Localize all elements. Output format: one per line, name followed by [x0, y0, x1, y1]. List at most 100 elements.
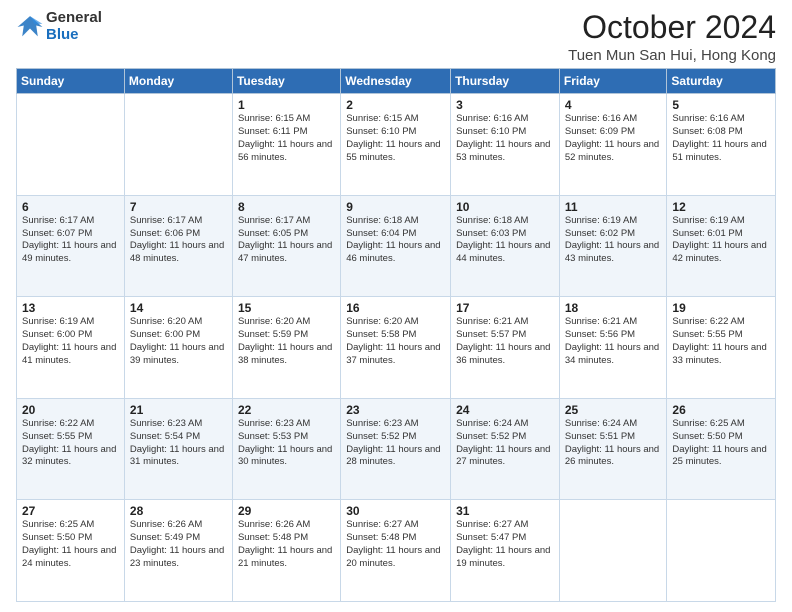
day-number: 18 — [565, 301, 662, 315]
day-number: 15 — [238, 301, 335, 315]
day-detail: Sunrise: 6:17 AMSunset: 6:07 PMDaylight:… — [22, 215, 119, 266]
day-detail: Sunrise: 6:21 AMSunset: 5:56 PMDaylight:… — [565, 316, 662, 367]
day-detail: Sunrise: 6:15 AMSunset: 6:11 PMDaylight:… — [238, 113, 335, 164]
day-detail: Sunrise: 6:16 AMSunset: 6:10 PMDaylight:… — [456, 113, 554, 164]
day-detail: Sunrise: 6:18 AMSunset: 6:03 PMDaylight:… — [456, 215, 554, 266]
weekday-monday: Monday — [124, 69, 232, 94]
day-number: 16 — [346, 301, 445, 315]
day-detail: Sunrise: 6:25 AMSunset: 5:50 PMDaylight:… — [22, 519, 119, 570]
day-detail: Sunrise: 6:17 AMSunset: 6:05 PMDaylight:… — [238, 215, 335, 266]
calendar-cell: 30Sunrise: 6:27 AMSunset: 5:48 PMDayligh… — [341, 500, 451, 602]
day-number: 31 — [456, 504, 554, 518]
day-detail: Sunrise: 6:23 AMSunset: 5:52 PMDaylight:… — [346, 418, 445, 469]
title-month-year: October 2024 — [568, 10, 776, 45]
day-detail: Sunrise: 6:26 AMSunset: 5:49 PMDaylight:… — [130, 519, 227, 570]
calendar-cell: 18Sunrise: 6:21 AMSunset: 5:56 PMDayligh… — [559, 297, 667, 399]
logo-blue: Blue — [46, 27, 102, 44]
calendar-week-row: 27Sunrise: 6:25 AMSunset: 5:50 PMDayligh… — [17, 500, 776, 602]
calendar-cell: 7Sunrise: 6:17 AMSunset: 6:06 PMDaylight… — [124, 195, 232, 297]
calendar-cell: 3Sunrise: 6:16 AMSunset: 6:10 PMDaylight… — [451, 94, 560, 196]
calendar-cell: 29Sunrise: 6:26 AMSunset: 5:48 PMDayligh… — [232, 500, 340, 602]
day-detail: Sunrise: 6:21 AMSunset: 5:57 PMDaylight:… — [456, 316, 554, 367]
calendar-cell: 11Sunrise: 6:19 AMSunset: 6:02 PMDayligh… — [559, 195, 667, 297]
day-number: 24 — [456, 403, 554, 417]
weekday-saturday: Saturday — [667, 69, 776, 94]
day-number: 10 — [456, 200, 554, 214]
day-detail: Sunrise: 6:24 AMSunset: 5:52 PMDaylight:… — [456, 418, 554, 469]
calendar-cell: 1Sunrise: 6:15 AMSunset: 6:11 PMDaylight… — [232, 94, 340, 196]
calendar-cell: 31Sunrise: 6:27 AMSunset: 5:47 PMDayligh… — [451, 500, 560, 602]
day-detail: Sunrise: 6:27 AMSunset: 5:47 PMDaylight:… — [456, 519, 554, 570]
day-number: 22 — [238, 403, 335, 417]
header: General Blue October 2024 Tuen Mun San H… — [16, 10, 776, 64]
calendar-cell: 21Sunrise: 6:23 AMSunset: 5:54 PMDayligh… — [124, 398, 232, 500]
calendar-cell: 6Sunrise: 6:17 AMSunset: 6:07 PMDaylight… — [17, 195, 125, 297]
day-detail: Sunrise: 6:24 AMSunset: 5:51 PMDaylight:… — [565, 418, 662, 469]
calendar-week-row: 1Sunrise: 6:15 AMSunset: 6:11 PMDaylight… — [17, 94, 776, 196]
day-number: 2 — [346, 98, 445, 112]
day-detail: Sunrise: 6:19 AMSunset: 6:02 PMDaylight:… — [565, 215, 662, 266]
day-number: 19 — [672, 301, 770, 315]
day-detail: Sunrise: 6:20 AMSunset: 6:00 PMDaylight:… — [130, 316, 227, 367]
day-number: 1 — [238, 98, 335, 112]
calendar-cell: 15Sunrise: 6:20 AMSunset: 5:59 PMDayligh… — [232, 297, 340, 399]
day-detail: Sunrise: 6:20 AMSunset: 5:59 PMDaylight:… — [238, 316, 335, 367]
day-detail: Sunrise: 6:16 AMSunset: 6:08 PMDaylight:… — [672, 113, 770, 164]
calendar-cell: 5Sunrise: 6:16 AMSunset: 6:08 PMDaylight… — [667, 94, 776, 196]
calendar-cell: 10Sunrise: 6:18 AMSunset: 6:03 PMDayligh… — [451, 195, 560, 297]
calendar-cell: 22Sunrise: 6:23 AMSunset: 5:53 PMDayligh… — [232, 398, 340, 500]
day-detail: Sunrise: 6:22 AMSunset: 5:55 PMDaylight:… — [672, 316, 770, 367]
calendar-cell: 28Sunrise: 6:26 AMSunset: 5:49 PMDayligh… — [124, 500, 232, 602]
logo-general: General — [46, 10, 102, 27]
day-number: 12 — [672, 200, 770, 214]
weekday-wednesday: Wednesday — [341, 69, 451, 94]
calendar-cell: 2Sunrise: 6:15 AMSunset: 6:10 PMDaylight… — [341, 94, 451, 196]
calendar-cell — [667, 500, 776, 602]
day-number: 4 — [565, 98, 662, 112]
day-detail: Sunrise: 6:15 AMSunset: 6:10 PMDaylight:… — [346, 113, 445, 164]
weekday-tuesday: Tuesday — [232, 69, 340, 94]
day-number: 14 — [130, 301, 227, 315]
calendar-week-row: 6Sunrise: 6:17 AMSunset: 6:07 PMDaylight… — [17, 195, 776, 297]
title-block: October 2024 Tuen Mun San Hui, Hong Kong — [568, 10, 776, 64]
calendar-cell: 19Sunrise: 6:22 AMSunset: 5:55 PMDayligh… — [667, 297, 776, 399]
calendar-cell — [124, 94, 232, 196]
day-detail: Sunrise: 6:23 AMSunset: 5:53 PMDaylight:… — [238, 418, 335, 469]
day-number: 25 — [565, 403, 662, 417]
calendar-cell: 24Sunrise: 6:24 AMSunset: 5:52 PMDayligh… — [451, 398, 560, 500]
calendar-cell: 16Sunrise: 6:20 AMSunset: 5:58 PMDayligh… — [341, 297, 451, 399]
day-number: 7 — [130, 200, 227, 214]
day-detail: Sunrise: 6:16 AMSunset: 6:09 PMDaylight:… — [565, 113, 662, 164]
day-number: 28 — [130, 504, 227, 518]
weekday-friday: Friday — [559, 69, 667, 94]
calendar-cell — [17, 94, 125, 196]
calendar-cell: 17Sunrise: 6:21 AMSunset: 5:57 PMDayligh… — [451, 297, 560, 399]
weekday-thursday: Thursday — [451, 69, 560, 94]
calendar-cell: 12Sunrise: 6:19 AMSunset: 6:01 PMDayligh… — [667, 195, 776, 297]
calendar-week-row: 13Sunrise: 6:19 AMSunset: 6:00 PMDayligh… — [17, 297, 776, 399]
day-detail: Sunrise: 6:18 AMSunset: 6:04 PMDaylight:… — [346, 215, 445, 266]
weekday-sunday: Sunday — [17, 69, 125, 94]
calendar-cell: 13Sunrise: 6:19 AMSunset: 6:00 PMDayligh… — [17, 297, 125, 399]
day-detail: Sunrise: 6:26 AMSunset: 5:48 PMDaylight:… — [238, 519, 335, 570]
day-number: 3 — [456, 98, 554, 112]
calendar-cell: 14Sunrise: 6:20 AMSunset: 6:00 PMDayligh… — [124, 297, 232, 399]
calendar-cell — [559, 500, 667, 602]
day-detail: Sunrise: 6:25 AMSunset: 5:50 PMDaylight:… — [672, 418, 770, 469]
day-number: 9 — [346, 200, 445, 214]
day-number: 13 — [22, 301, 119, 315]
calendar-page: General Blue October 2024 Tuen Mun San H… — [0, 0, 792, 612]
day-detail: Sunrise: 6:19 AMSunset: 6:00 PMDaylight:… — [22, 316, 119, 367]
logo: General Blue — [16, 10, 102, 43]
logo-bird-icon — [16, 13, 44, 41]
day-number: 30 — [346, 504, 445, 518]
calendar-week-row: 20Sunrise: 6:22 AMSunset: 5:55 PMDayligh… — [17, 398, 776, 500]
day-number: 27 — [22, 504, 119, 518]
day-detail: Sunrise: 6:27 AMSunset: 5:48 PMDaylight:… — [346, 519, 445, 570]
title-location: Tuen Mun San Hui, Hong Kong — [568, 47, 776, 64]
day-detail: Sunrise: 6:20 AMSunset: 5:58 PMDaylight:… — [346, 316, 445, 367]
day-detail: Sunrise: 6:17 AMSunset: 6:06 PMDaylight:… — [130, 215, 227, 266]
day-number: 29 — [238, 504, 335, 518]
logo-text: General Blue — [46, 10, 102, 43]
weekday-header-row: SundayMondayTuesdayWednesdayThursdayFrid… — [17, 69, 776, 94]
